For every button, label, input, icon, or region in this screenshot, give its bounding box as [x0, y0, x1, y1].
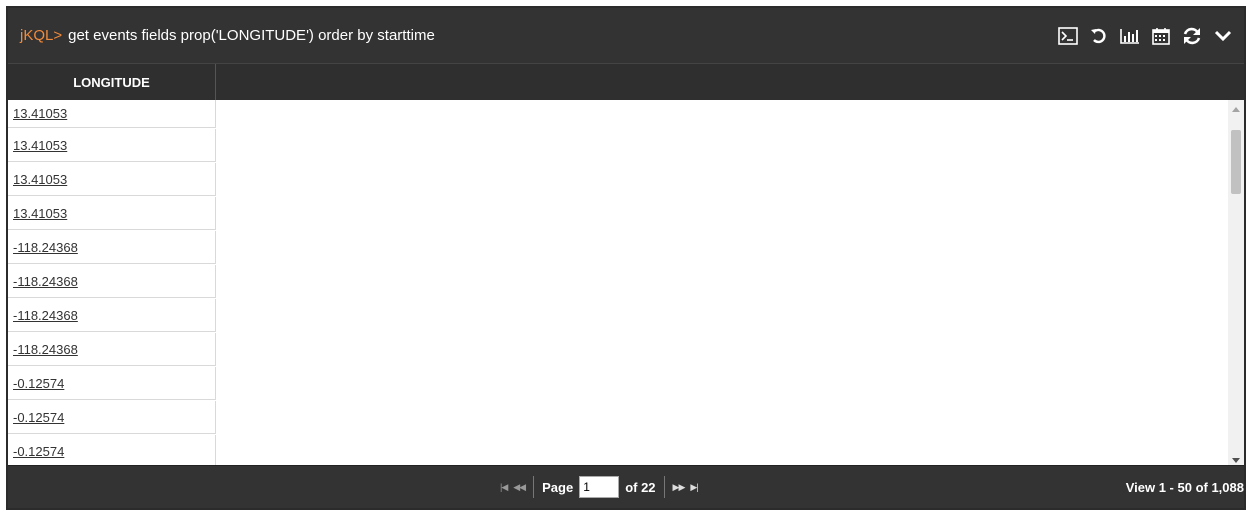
- undo-icon[interactable]: [1088, 25, 1110, 47]
- column-header-longitude[interactable]: LONGITUDE: [8, 64, 216, 101]
- refresh-icon[interactable]: [1181, 25, 1203, 47]
- pager-separator: [533, 476, 535, 498]
- page-number-input[interactable]: [579, 476, 620, 498]
- table-row: -0.12574: [8, 435, 216, 468]
- table-row: -118.24368: [8, 231, 216, 264]
- page-count-label: of 22: [625, 479, 656, 495]
- prev-page-icon[interactable]: ◀◀: [513, 482, 526, 493]
- scroll-up-arrow-icon[interactable]: [1228, 102, 1244, 116]
- results-grid: 13.41053 13.41053 13.41053 13.41053 -118…: [8, 100, 1244, 470]
- vertical-scrollbar[interactable]: [1228, 100, 1244, 470]
- table-row: 13.41053: [8, 100, 216, 128]
- cell-link[interactable]: 13.41053: [13, 138, 67, 153]
- pager-bar: |◀ ◀◀ Page of 22 ▶▶ ▶| View 1 - 50 of 1,…: [8, 465, 1244, 508]
- query-text: get events fields prop('LONGITUDE') orde…: [68, 27, 435, 44]
- title-bar: jKQL> get events fields prop('LONGITUDE'…: [8, 8, 1244, 63]
- table-row: -118.24368: [8, 265, 216, 298]
- view-range-info: View 1 - 50 of 1,088: [1125, 479, 1244, 495]
- cell-link[interactable]: 13.41053: [13, 106, 67, 121]
- grid-header: LONGITUDE: [8, 63, 1244, 101]
- cell-link[interactable]: 13.41053: [13, 172, 67, 187]
- cell-link[interactable]: -118.24368: [13, 342, 78, 357]
- last-page-icon[interactable]: ▶|: [690, 482, 698, 493]
- cell-link[interactable]: -118.24368: [13, 274, 78, 289]
- table-row: -118.24368: [8, 333, 216, 366]
- toolbar: [1057, 25, 1244, 47]
- cell-link[interactable]: 13.41053: [13, 206, 67, 221]
- query-prompt: jKQL>: [20, 27, 63, 44]
- page-label: Page: [542, 479, 574, 495]
- cell-link[interactable]: -0.12574: [13, 376, 64, 391]
- pager-controls: |◀ ◀◀ Page of 22 ▶▶ ▶|: [500, 466, 699, 508]
- query-result-panel: jKQL> get events fields prop('LONGITUDE'…: [6, 6, 1246, 510]
- cell-link[interactable]: -0.12574: [13, 444, 64, 459]
- table-row: 13.41053: [8, 197, 216, 230]
- first-page-icon[interactable]: |◀: [500, 482, 508, 493]
- cell-link[interactable]: -118.24368: [13, 240, 78, 255]
- cell-link[interactable]: -0.12574: [13, 410, 64, 425]
- calendar-icon[interactable]: [1150, 25, 1172, 47]
- table-row: -0.12574: [8, 367, 216, 400]
- table-row: -118.24368: [8, 299, 216, 332]
- table-row: 13.41053: [8, 129, 216, 162]
- scrollbar-thumb[interactable]: [1231, 130, 1241, 194]
- table-row: -0.12574: [8, 401, 216, 434]
- terminal-icon[interactable]: [1057, 25, 1079, 47]
- next-page-icon[interactable]: ▶▶: [673, 482, 686, 493]
- table-row: 13.41053: [8, 163, 216, 196]
- chevron-down-icon[interactable]: [1212, 25, 1234, 47]
- pager-separator: [663, 476, 665, 498]
- bar-chart-icon[interactable]: [1119, 25, 1141, 47]
- grid-rows: 13.41053 13.41053 13.41053 13.41053 -118…: [8, 100, 216, 469]
- cell-link[interactable]: -118.24368: [13, 308, 78, 323]
